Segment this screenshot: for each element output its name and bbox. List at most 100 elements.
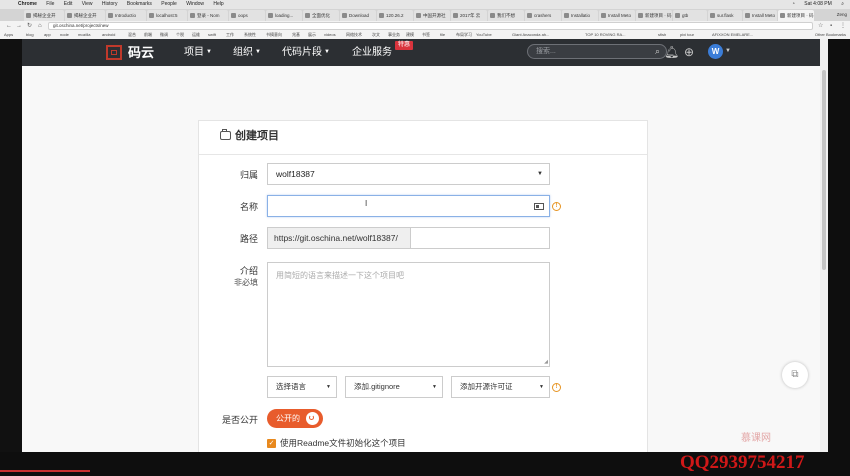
edit-float-button[interactable]: ⧉ — [782, 362, 808, 388]
bookmark-item[interactable]: Giant Anaconda ah... — [512, 31, 549, 39]
bookmark-item[interactable]: android — [102, 31, 115, 39]
bookmark-item[interactable]: 混合 — [128, 31, 136, 39]
bookmark-item[interactable]: videos — [324, 31, 336, 39]
home-icon[interactable]: ⌂ — [38, 21, 42, 31]
browser-tab-active[interactable]: 新建项目 · 码 — [778, 10, 814, 21]
id-card-icon[interactable] — [534, 203, 544, 210]
clock[interactable]: Sat 4:08 PM — [804, 1, 832, 7]
extension-icon[interactable]: ▪ — [830, 21, 832, 31]
browser-tab[interactable]: 揭秘企业开 — [65, 10, 105, 21]
browser-tab[interactable]: Download — [340, 10, 376, 21]
forward-icon[interactable]: → — [16, 21, 22, 31]
bookmark-item[interactable]: 兆基 — [292, 31, 300, 39]
description-textarea[interactable]: 用简短的语言来描述一下这个项目吧 ◢ — [267, 262, 550, 367]
browser-tab[interactable]: Install Meto — [599, 10, 635, 21]
bell-icon[interactable]: 🔔︎ — [664, 44, 679, 60]
bookmark-item[interactable]: 系统性 — [244, 31, 256, 39]
license-select[interactable]: 添加开源许可证 ▼ — [451, 376, 550, 398]
gitee-logo-icon[interactable] — [106, 45, 122, 60]
path-input[interactable] — [410, 227, 550, 249]
menu-history[interactable]: History — [102, 1, 118, 7]
browser-tab[interactable]: 全面优化 — [303, 10, 339, 21]
bookmark-item[interactable]: app — [44, 31, 51, 39]
bookmark-item[interactable]: YouTube — [476, 31, 492, 39]
resize-handle-icon[interactable]: ◢ — [544, 360, 548, 365]
bookmark-item[interactable]: 个税 — [176, 31, 184, 39]
bookmark-other[interactable]: Other Bookmarks — [815, 31, 846, 39]
reload-icon[interactable]: ↻ — [27, 21, 32, 31]
browser-tab[interactable]: 新建项目 · 码 — [636, 10, 672, 21]
browser-tab[interactable]: gtb — [673, 10, 707, 21]
name-input[interactable] — [267, 195, 550, 217]
bookmark-item[interactable]: swift — [208, 31, 216, 39]
avatar[interactable]: W — [708, 44, 723, 59]
url-input[interactable]: git.oschina.net/projects/new — [48, 22, 813, 30]
bookmark-item[interactable]: node — [60, 31, 69, 39]
browser-tab[interactable]: crashers — [525, 10, 561, 21]
bookmark-item[interactable]: TOP 10 ROVING RA... — [585, 31, 626, 39]
info-icon[interactable]: ! — [552, 383, 561, 392]
browser-tab[interactable]: Introductio — [106, 10, 146, 21]
bookmark-item[interactable]: 事业务 — [388, 31, 400, 39]
bookmark-item[interactable]: file — [440, 31, 445, 39]
gitignore-select[interactable]: 添加.gitignore ▼ — [345, 376, 443, 398]
bookmark-item[interactable]: 次文 — [372, 31, 380, 39]
readme-checkbox[interactable]: ✓ — [267, 439, 276, 448]
browser-tab[interactable]: oops — [229, 10, 265, 21]
bookmark-item[interactable]: 书摘意向 — [266, 31, 282, 39]
public-toggle[interactable]: 公开的 — [267, 409, 323, 428]
chevron-down-icon[interactable]: ▼ — [725, 47, 731, 56]
search-input[interactable] — [536, 46, 646, 57]
bookmark-item[interactable]: pixi tour — [680, 31, 694, 39]
browser-tab[interactable]: Install Meto — [743, 10, 777, 21]
back-icon[interactable]: ← — [6, 21, 12, 31]
nav-organizations[interactable]: 组织 ▼ — [233, 46, 261, 59]
nav-projects[interactable]: 项目 ▼ — [184, 46, 212, 59]
menu-file[interactable]: File — [46, 1, 54, 7]
browser-tab[interactable]: 中国开源社 — [414, 10, 450, 21]
browser-tab[interactable]: 登录 - Nom — [188, 10, 228, 21]
bookmark-item[interactable]: mozilla — [78, 31, 90, 39]
browser-tab[interactable]: 我们不想 — [488, 10, 524, 21]
bookmark-item[interactable]: AFIXXON EMELARE... — [712, 31, 753, 39]
search-icon[interactable]: ⌕ — [655, 45, 660, 58]
browser-tab[interactable]: localhost:5 — [147, 10, 187, 21]
wifi-icon[interactable]: ◔ — [792, 1, 795, 7]
nav-enterprise[interactable]: 企业服务 — [352, 46, 392, 59]
window-user[interactable]: Zeng — [837, 10, 847, 20]
nav-snippets[interactable]: 代码片段 ▼ — [282, 46, 330, 59]
menu-icon[interactable]: ⋮ — [840, 21, 846, 31]
bookmark-item[interactable]: 前端 — [144, 31, 152, 39]
bookmark-item[interactable]: 布局学习 — [456, 31, 472, 39]
bookmark-item[interactable]: 微调 — [160, 31, 168, 39]
browser-tab[interactable]: 2017年 云 — [451, 10, 487, 21]
browser-tab[interactable]: 120.26.2 — [377, 10, 413, 21]
readme-checkbox-label[interactable]: 使用Readme文件初始化这个项目 — [280, 438, 406, 449]
language-select[interactable]: 选择语言 ▼ — [267, 376, 337, 398]
star-icon[interactable]: ☆ — [818, 21, 823, 31]
menu-help[interactable]: Help — [213, 1, 223, 7]
owner-select[interactable]: wolf18387 ▼ — [267, 163, 550, 185]
browser-tab[interactable]: 揭秘企业开 — [24, 10, 64, 21]
menu-view[interactable]: View — [82, 1, 93, 7]
plus-circle-icon[interactable]: ⊕ — [684, 44, 694, 60]
site-logo-text[interactable]: 码云 — [128, 44, 154, 61]
spotlight-icon[interactable]: ⌕ — [841, 1, 844, 7]
menu-bookmarks[interactable]: Bookmarks — [127, 1, 152, 7]
menu-edit[interactable]: Edit — [64, 1, 73, 7]
menu-window[interactable]: Window — [186, 1, 204, 7]
browser-tab[interactable]: Installatio — [562, 10, 598, 21]
browser-tab[interactable]: loading... — [266, 10, 302, 21]
bookmark-item[interactable]: 建模 — [406, 31, 414, 39]
bookmark-item[interactable]: Apps — [4, 31, 13, 39]
bookmark-item[interactable]: sfish — [658, 31, 666, 39]
bookmark-item[interactable]: 运维 — [192, 31, 200, 39]
bookmark-item[interactable]: 工作 — [226, 31, 234, 39]
menu-app[interactable]: Chrome — [18, 1, 37, 7]
scrollbar-thumb[interactable] — [822, 70, 826, 270]
browser-tab[interactable]: sur.flask — [708, 10, 742, 21]
info-icon[interactable]: ! — [552, 202, 561, 211]
bookmark-item[interactable]: blog — [26, 31, 34, 39]
bookmark-item[interactable]: 展示 — [308, 31, 316, 39]
bookmark-item[interactable]: 书签 — [422, 31, 430, 39]
